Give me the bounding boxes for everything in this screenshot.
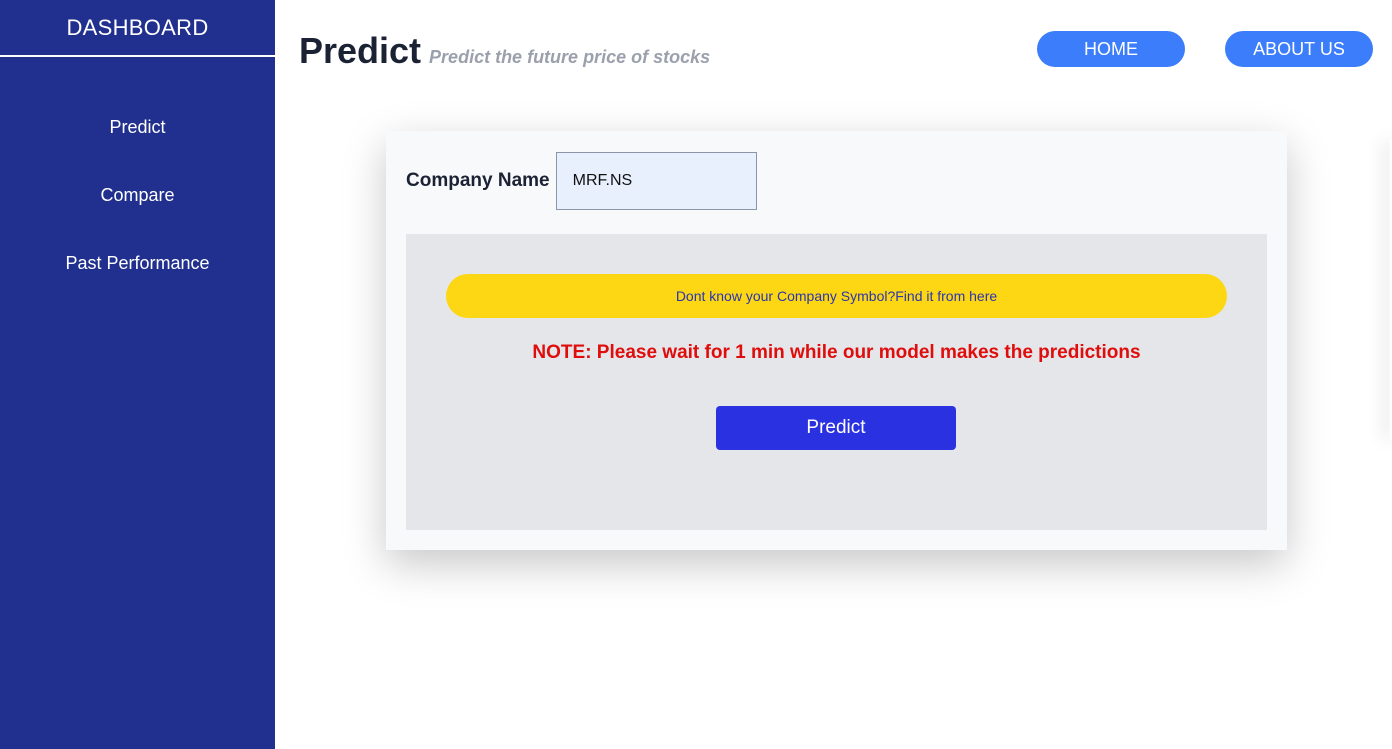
home-button[interactable]: HOME — [1037, 31, 1185, 67]
main-content: Predict Predict the future price of stoc… — [275, 0, 1392, 749]
sidebar: DASHBOARD Predict Compare Past Performan… — [0, 0, 275, 749]
page-subtitle: Predict the future price of stocks — [429, 47, 711, 67]
page-title: Predict — [299, 30, 422, 71]
predict-panel: Dont know your Company Symbol?Find it fr… — [406, 234, 1267, 530]
predict-button[interactable]: Predict — [716, 406, 956, 450]
sidebar-nav: Predict Compare Past Performance — [0, 115, 275, 319]
find-symbol-link[interactable]: Dont know your Company Symbol?Find it fr… — [446, 274, 1227, 318]
about-us-button[interactable]: ABOUT US — [1225, 31, 1373, 67]
sidebar-item-past-performance[interactable]: Past Performance — [0, 251, 275, 319]
sidebar-item-compare[interactable]: Compare — [0, 183, 275, 251]
predict-card: Company Name Dont know your Company Symb… — [386, 131, 1287, 550]
sidebar-title: DASHBOARD — [0, 0, 275, 57]
company-name-input[interactable] — [555, 152, 757, 210]
company-name-label: Company Name — [406, 170, 550, 191]
company-name-row: Company Name — [406, 152, 757, 210]
page-header: Predict Predict the future price of stoc… — [299, 30, 710, 72]
wait-note: NOTE: Please wait for 1 min while our mo… — [532, 342, 1141, 363]
sidebar-item-predict[interactable]: Predict — [0, 115, 275, 183]
